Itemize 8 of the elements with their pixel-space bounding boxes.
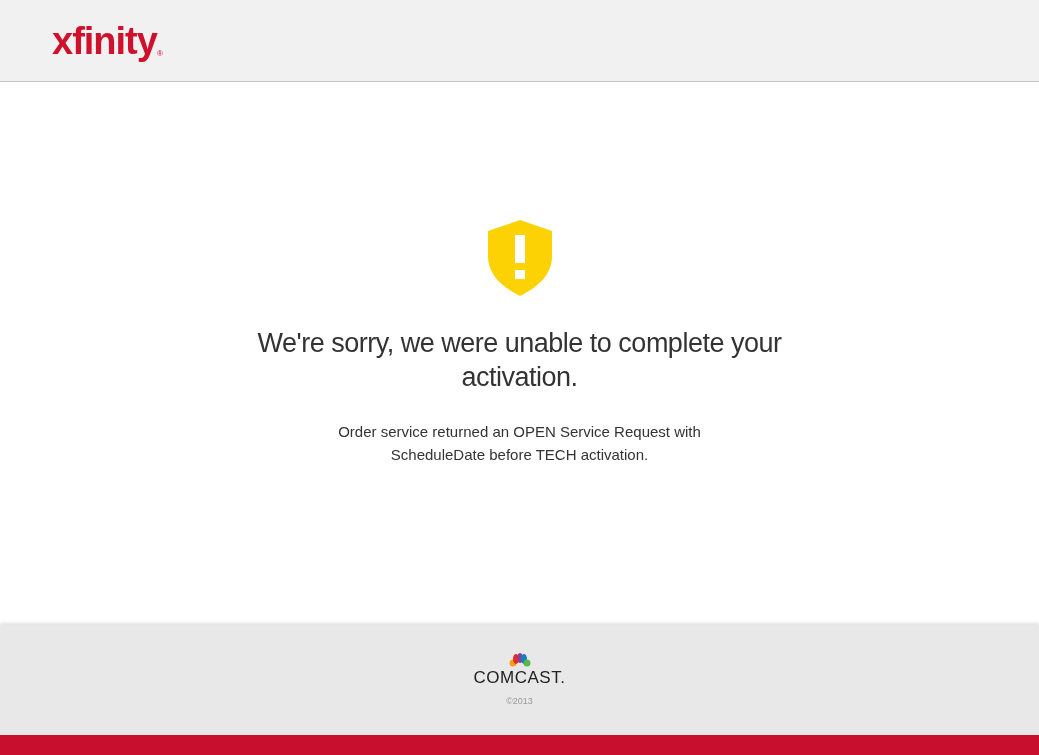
comcast-logo: COMCAST. bbox=[473, 669, 566, 686]
xfinity-logo[interactable]: xfinity bbox=[52, 21, 157, 60]
error-heading: We're sorry, we were unable to complete your activation. bbox=[256, 327, 783, 394]
warning-shield-icon bbox=[487, 220, 552, 296]
error-detail: Order service returned an OPEN Service Request with ScheduleDate before TECH activation. bbox=[337, 422, 702, 465]
peacock-icon bbox=[508, 653, 531, 667]
trademark-mark: ® bbox=[156, 49, 163, 58]
copyright-text: ©2013 bbox=[506, 695, 533, 708]
